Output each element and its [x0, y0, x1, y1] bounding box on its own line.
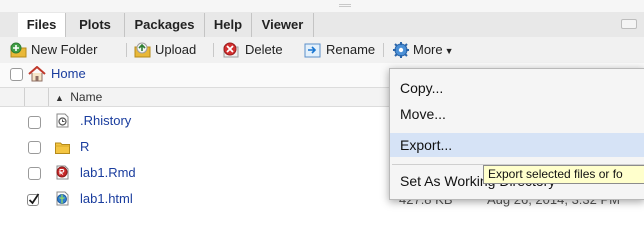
- sort-ascending-icon: ▲: [55, 93, 64, 103]
- name-header-label: Name: [70, 90, 103, 104]
- row-checkbox-checked[interactable]: [27, 193, 41, 207]
- file-link[interactable]: lab1.Rmd: [80, 163, 136, 183]
- rename-button[interactable]: Rename: [326, 40, 375, 60]
- toolbar-separator: [383, 43, 384, 57]
- file-link[interactable]: lab1.html: [80, 189, 133, 209]
- file-link[interactable]: R: [80, 137, 89, 157]
- pane-top-strip: [0, 0, 644, 12]
- rename-icon: [304, 43, 321, 58]
- new-folder-icon: [10, 42, 27, 58]
- file-link[interactable]: .Rhistory: [80, 111, 131, 131]
- rhistory-file-icon: [56, 113, 69, 128]
- gear-icon: [393, 42, 409, 58]
- delete-button[interactable]: Delete: [245, 40, 283, 60]
- breadcrumb-home-link[interactable]: Home: [51, 64, 86, 84]
- new-folder-button[interactable]: New Folder: [31, 40, 97, 60]
- row-checkbox[interactable]: [28, 141, 41, 154]
- menu-item-move[interactable]: Move...: [400, 103, 446, 125]
- name-column-header[interactable]: ▲ Name: [55, 88, 102, 106]
- upload-icon: [134, 42, 151, 58]
- row-checkbox[interactable]: [28, 116, 41, 129]
- tab-plots[interactable]: Plots: [66, 13, 125, 37]
- column-divider: [24, 88, 25, 106]
- pane-resize-grip[interactable]: [339, 4, 351, 7]
- more-button[interactable]: More ▼: [413, 40, 454, 60]
- tab-viewer[interactable]: Viewer: [252, 13, 314, 37]
- upload-button[interactable]: Upload: [155, 40, 196, 60]
- tab-help[interactable]: Help: [205, 13, 252, 37]
- html-file-icon: [56, 191, 69, 206]
- tab-files[interactable]: Files: [18, 13, 66, 38]
- select-all-checkbox[interactable]: [10, 68, 23, 81]
- toolbar-separator: [126, 43, 127, 57]
- menu-item-copy[interactable]: Copy...: [400, 77, 443, 99]
- rmd-file-icon: [56, 165, 69, 180]
- tab-packages[interactable]: Packages: [125, 13, 205, 37]
- toolbar-separator: [213, 43, 214, 57]
- folder-icon: [55, 142, 70, 154]
- export-tooltip: Export selected files or fo: [483, 165, 644, 184]
- minimize-pane-button[interactable]: [621, 19, 637, 29]
- more-label: More: [413, 42, 443, 57]
- delete-icon: [223, 42, 239, 58]
- column-divider: [48, 88, 49, 106]
- home-icon: [28, 66, 46, 82]
- row-checkbox[interactable]: [28, 167, 41, 180]
- menu-item-export[interactable]: Export...: [400, 134, 452, 156]
- chevron-down-icon: ▼: [444, 46, 454, 56]
